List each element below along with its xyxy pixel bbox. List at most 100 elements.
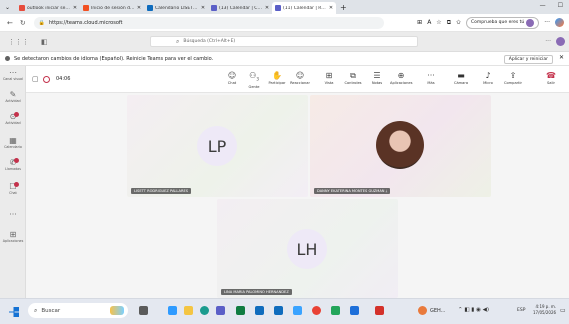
toolbar-button[interactable]: ⊞ Vista (318, 70, 340, 85)
toolbar-icon: ☺ (295, 71, 305, 80)
url-field[interactable]: 🔒 https://teams.cloud.microsoft (33, 16, 384, 29)
browser-menu-icon[interactable]: ⌄ (5, 4, 10, 11)
taskbar-search[interactable]: ⌕ Buscar (28, 303, 128, 318)
notification-badge (14, 158, 19, 163)
edge-icon[interactable] (200, 306, 209, 315)
browser-tab[interactable]: Calendario LISETT RODRIGUEZ✕ (144, 2, 208, 14)
browser-tab[interactable]: Inicio de sesión de Outlook | Mi✕ (80, 2, 144, 14)
device-button[interactable]: ⇪ Compartir (502, 70, 524, 85)
notifications-icon[interactable]: ▭ (560, 307, 566, 314)
recording-icon (43, 76, 50, 83)
grid-icon[interactable]: ⊞ (417, 19, 422, 26)
device-icon: ▬ (457, 71, 465, 80)
device-button[interactable]: ▬ Cámara (450, 70, 472, 85)
device-icon: ⇪ (509, 71, 517, 80)
profile-pill[interactable]: Comprueba que eres tú (466, 16, 540, 29)
toolbar-icon: ⧉ (350, 71, 356, 80)
pdf-icon[interactable] (375, 306, 384, 315)
browser-tab-strip: ⌄ outlook iniciar sesión - Búsqu✕Inicio … (0, 0, 569, 14)
rail-item[interactable]: ☐ Chat (0, 182, 26, 195)
system-tray-icons[interactable]: ⌃ ◧ ▮ ◉ ◀) (458, 307, 489, 313)
toolbar-button[interactable]: ··· Más (420, 70, 442, 85)
toolbar-button[interactable]: ⊕ Aplicaciones (390, 70, 412, 85)
browser-tab[interactable]: (11) Calendar | Reunión P✕ (272, 2, 337, 14)
browser-tab-label: Inicio de sesión de Outlook | Mi (91, 5, 135, 11)
search-tab-icon (19, 5, 26, 11)
favorites-bar-icon[interactable]: ✩ (456, 19, 461, 26)
rail-item[interactable]: ✎ Actividad (0, 90, 26, 103)
copilot-icon[interactable] (555, 18, 564, 27)
toolbar-button[interactable]: ✋ Participar (266, 70, 288, 85)
browser-tab-label: Calendario LISETT RODRIGUEZ (155, 5, 199, 11)
store-icon[interactable] (255, 306, 264, 315)
sidebar-toggle-icon[interactable]: ◧ (41, 38, 48, 46)
photos-icon[interactable] (293, 306, 302, 315)
participant-name: LISETT RODRIGUEZ PALLARES (131, 188, 192, 194)
rail-item-label: Chat (9, 191, 17, 195)
weather-text[interactable]: GEH... (430, 308, 445, 314)
rail-item[interactable]: ✆ Llamadas (0, 158, 26, 171)
device-button[interactable]: ♪ Micro (477, 70, 499, 85)
participant-tile[interactable]: LP LISETT RODRIGUEZ PALLARES (127, 95, 308, 197)
close-tab-icon[interactable]: ✕ (329, 5, 333, 11)
toolbar-button[interactable]: ⚇3 Gente (243, 70, 265, 89)
excel-icon[interactable] (236, 306, 245, 315)
teams-search-input[interactable]: ⌕ Búsqueda (Ctrl+Alt+E) (150, 36, 418, 47)
teams-taskbar-icon[interactable] (216, 306, 225, 315)
language-change-notification: Se detectaron cambios de idioma (Español… (0, 52, 569, 66)
app-icon[interactable] (350, 306, 359, 315)
notification-badge (14, 112, 19, 117)
new-tab-button[interactable]: + (340, 3, 347, 12)
toolbar-button-label: Más (427, 81, 435, 85)
clock[interactable]: 4:19 p. m. 17/05/2026 (533, 304, 556, 316)
device-icon: ☎ (546, 71, 556, 80)
rail-item[interactable]: ··· (0, 210, 26, 219)
toolbar-button[interactable]: ☺ Chat (221, 70, 243, 85)
toolbar-button-label: Controles (344, 81, 362, 85)
participant-tile[interactable]: LH LINA MARIA PALOMINO HERNANDEZ (217, 199, 398, 298)
rail-item[interactable]: ⋯ Canal visual (0, 68, 26, 81)
start-icon[interactable] (9, 307, 19, 317)
back-icon[interactable]: ← (7, 19, 13, 27)
close-tab-icon[interactable]: ✕ (73, 5, 77, 11)
favorite-icon[interactable]: ☆ (436, 19, 441, 26)
task-view-icon[interactable] (139, 306, 148, 315)
toolbar-button[interactable]: ⧉ Controles (342, 70, 364, 85)
browser-tab[interactable]: (13) Calendar | Calendar | Micr✕ (208, 2, 272, 14)
refresh-icon[interactable]: ↻ (20, 19, 26, 27)
weather-icon[interactable] (418, 306, 427, 315)
toolbar-button[interactable]: ☺ Reaccionar (289, 70, 311, 85)
rail-item[interactable]: ⊙ Actividad (0, 112, 26, 125)
chat-icon: ☐ (9, 182, 17, 191)
apply-restart-button[interactable]: Aplicar y reiniciar (503, 55, 553, 64)
settings-more-icon[interactable]: ··· (544, 19, 550, 26)
maximize-icon[interactable]: ☐ (558, 2, 563, 9)
close-tab-icon[interactable]: ✕ (265, 5, 269, 11)
rail-item-label: Calendario (4, 145, 22, 149)
file-explorer-icon[interactable] (184, 306, 193, 315)
read-aloud-icon[interactable]: A (427, 19, 431, 26)
rail-item[interactable]: ▦ Calendario (0, 136, 26, 149)
notification-message: Se detectaron cambios de idioma (Español… (14, 55, 214, 62)
toolbar-button-label: Vista (324, 81, 334, 85)
apps-icon: ⊞ (9, 230, 17, 239)
chrome-icon[interactable] (312, 306, 321, 315)
participant-name: LINA MARIA PALOMINO HERNANDEZ (221, 289, 292, 295)
minimize-icon[interactable]: — (540, 2, 546, 9)
widgets-icon[interactable] (168, 306, 177, 315)
app-grid-icon[interactable]: ⋮⋮⋮ (8, 38, 29, 46)
mail-icon[interactable] (274, 306, 283, 315)
app-icon[interactable] (331, 306, 340, 315)
close-notification-icon[interactable]: ✕ (559, 54, 564, 61)
teams-more-icon[interactable]: ··· (545, 38, 551, 45)
rail-item[interactable]: ⊞ Aplicaciones (0, 230, 26, 243)
close-tab-icon[interactable]: ✕ (201, 5, 205, 11)
close-tab-icon[interactable]: ✕ (137, 5, 141, 11)
teams-profile-avatar[interactable] (556, 37, 565, 46)
device-button[interactable]: ☎ Salir (540, 70, 562, 85)
language-indicator[interactable]: ESP (517, 308, 525, 313)
participant-tile[interactable]: DANNY EKATERINA MONTES GUZMAN ⤓ (310, 95, 491, 197)
extensions-icon[interactable]: ⧉ (447, 19, 451, 27)
browser-tab[interactable]: outlook iniciar sesión - Búsqu✕ (16, 2, 80, 14)
toolbar-button[interactable]: ☰ Notas (366, 70, 388, 85)
